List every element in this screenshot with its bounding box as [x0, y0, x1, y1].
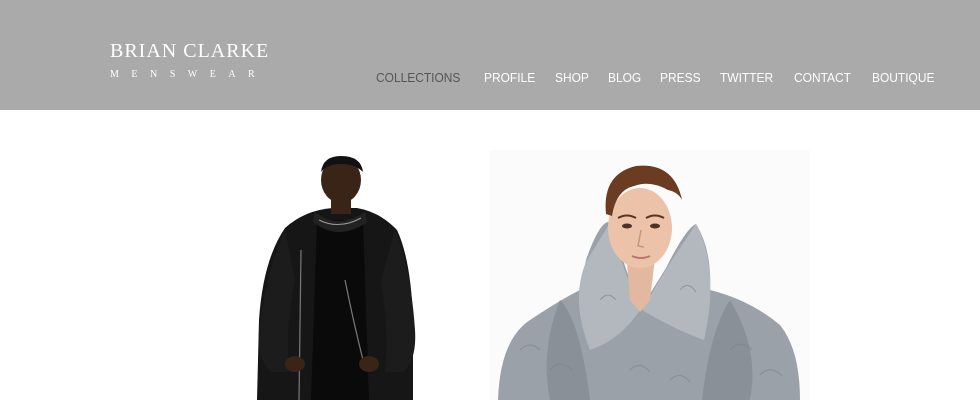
- nav-item-contact[interactable]: CONTACT: [794, 68, 851, 88]
- brand-logo[interactable]: BRIAN CLARKE MENSWEAR: [110, 40, 300, 82]
- nav-item-profile[interactable]: PROFILE: [484, 68, 535, 88]
- nav-item-shop[interactable]: SHOP: [555, 68, 589, 88]
- brand-tagline: MENSWEAR: [110, 69, 268, 80]
- nav-item-collections[interactable]: COLLECTIONS: [376, 68, 460, 88]
- collection-photo-fur-coat[interactable]: [490, 150, 810, 400]
- nav-item-twitter[interactable]: TWITTER: [720, 68, 773, 88]
- collection-gallery: [0, 110, 980, 400]
- site-header: BRIAN CLARKE MENSWEAR COLLECTIONS PROFIL…: [0, 0, 980, 110]
- main-nav: COLLECTIONS PROFILE SHOP BLOG PRESS TWIT…: [376, 68, 956, 88]
- model-black-coat-image: [257, 156, 416, 400]
- collection-photo-black-coat[interactable]: [245, 150, 430, 400]
- nav-item-boutique[interactable]: BOUTIQUE: [872, 68, 934, 88]
- nav-item-press[interactable]: PRESS: [660, 68, 701, 88]
- nav-item-blog[interactable]: BLOG: [608, 68, 641, 88]
- model-fur-coat-image: [498, 165, 800, 400]
- brand-name: BRIAN CLARKE: [110, 40, 270, 62]
